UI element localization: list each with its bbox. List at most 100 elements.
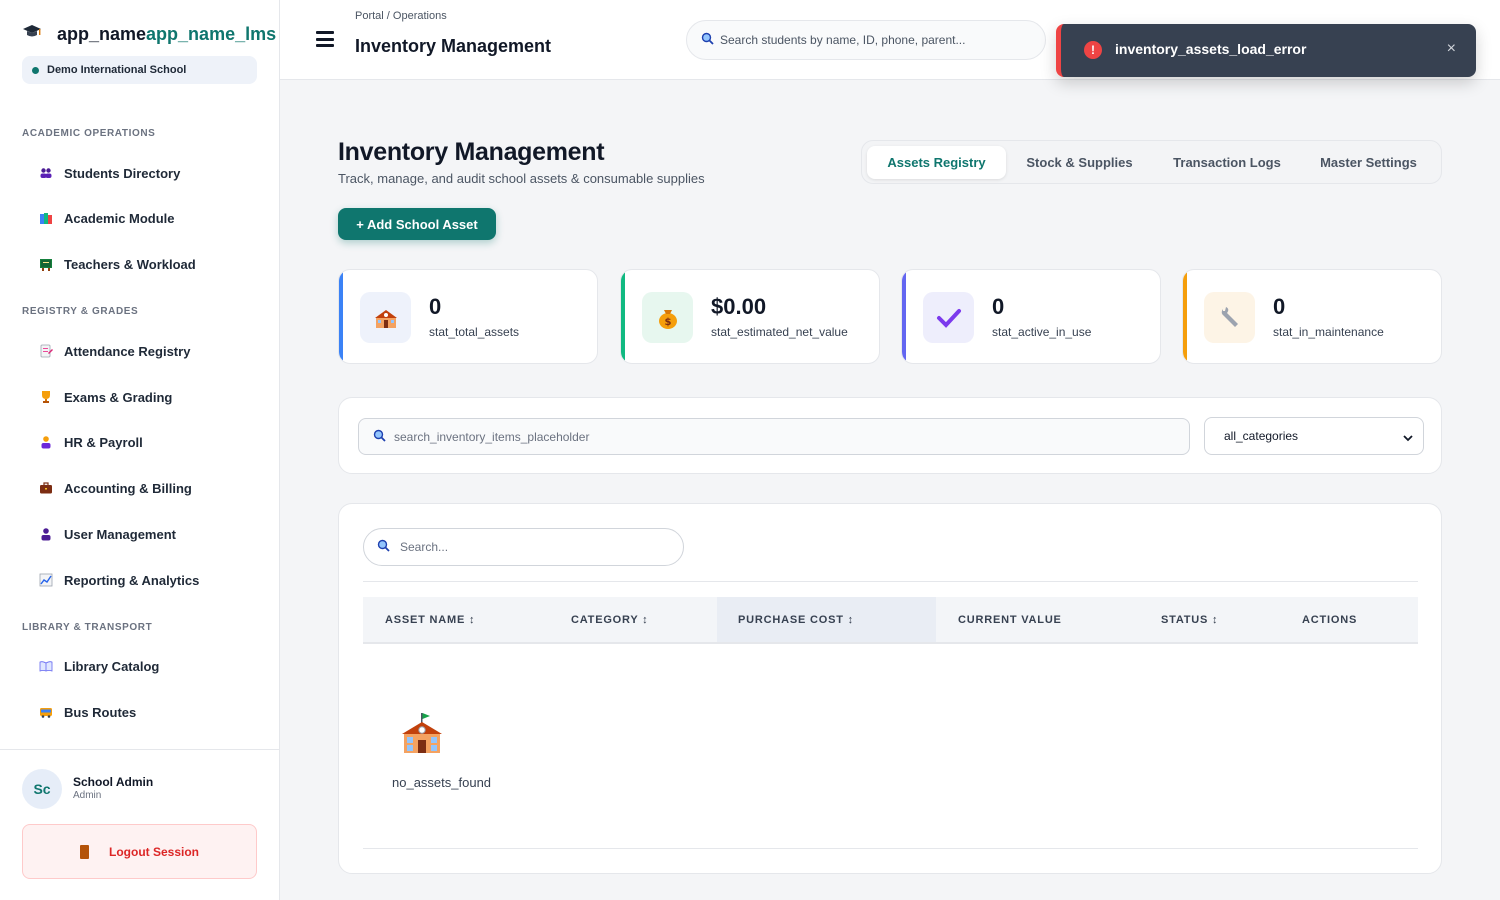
chart-icon <box>36 570 56 590</box>
chevron-down-icon <box>1403 431 1413 445</box>
user-icon <box>36 524 56 544</box>
close-icon[interactable]: × <box>1447 40 1456 58</box>
table-search-input[interactable]: Search... <box>363 528 684 566</box>
toast-message: inventory_assets_load_error <box>1115 41 1307 57</box>
col-asset-name[interactable]: ASSET NAME ↕ <box>385 597 475 642</box>
empty-state-text: no_assets_found <box>392 775 492 790</box>
students-icon <box>36 163 56 183</box>
stat-card-total-assets: 0 stat_total_assets <box>338 269 598 364</box>
wrench-icon <box>1204 292 1255 343</box>
tab-transaction-logs[interactable]: Transaction Logs <box>1157 146 1297 179</box>
col-purchase-cost[interactable]: PURCHASE COST ↕ <box>738 597 854 642</box>
filter-card: search_inventory_items_placeholder all_c… <box>338 397 1442 474</box>
graduation-cap-icon <box>22 24 44 45</box>
section-academic-operations: ACADEMIC OPERATIONS <box>22 128 156 139</box>
logout-label: Logout Session <box>109 844 199 859</box>
table-header: ASSET NAME ↕ CATEGORY ↕ PURCHASE COST ↕ … <box>363 597 1418 644</box>
tab-assets-registry[interactable]: Assets Registry <box>867 146 1006 179</box>
breadcrumb: Portal / Operations <box>355 10 447 22</box>
sidebar-item-label: Students Directory <box>64 165 181 181</box>
global-search-placeholder: Search students by name, ID, phone, pare… <box>720 33 966 47</box>
sidebar-item-label: Bus Routes <box>64 704 137 720</box>
error-icon: ! <box>1084 41 1102 59</box>
user-role: Admin <box>73 790 102 801</box>
avatar[interactable]: Sc <box>22 769 62 809</box>
app-name: app_name <box>57 23 147 44</box>
attendance-icon <box>36 341 56 361</box>
search-icon <box>377 539 390 555</box>
door-icon <box>80 844 89 859</box>
school-icon <box>399 711 445 757</box>
sidebar-item-label: Attendance Registry <box>64 343 191 359</box>
sidebar-item-label: Library Catalog <box>64 658 160 674</box>
school-icon <box>360 292 411 343</box>
col-status[interactable]: STATUS ↕ <box>1161 597 1218 642</box>
stat-value: 0 <box>429 294 442 319</box>
stat-card-net-value: $ $0.00 stat_estimated_net_value <box>620 269 880 364</box>
search-icon <box>701 32 714 48</box>
sidebar-item-students[interactable]: Students Directory <box>22 155 257 191</box>
tab-stock-supplies[interactable]: Stock & Supplies <box>1012 146 1147 179</box>
tab-bar: Assets Registry Stock & Supplies Transac… <box>861 140 1442 184</box>
sidebar-item-attendance[interactable]: Attendance Registry <box>22 333 257 369</box>
table-search-placeholder: Search... <box>400 540 449 554</box>
sidebar-item-bus-routes[interactable]: Bus Routes <box>22 694 257 730</box>
stat-label: stat_active_in_use <box>992 325 1092 339</box>
briefcase-icon <box>36 478 56 498</box>
sidebar-item-label: Exams & Grading <box>64 389 173 405</box>
stat-label: stat_estimated_net_value <box>711 325 848 339</box>
sidebar-item-exams[interactable]: Exams & Grading <box>22 379 257 415</box>
sidebar-item-label: Academic Module <box>64 210 175 226</box>
col-actions: ACTIONS <box>1302 613 1358 626</box>
books-icon <box>36 208 56 228</box>
col-current-value: CURRENT VALUE <box>958 613 1062 626</box>
assets-table-card: Search... ASSET NAME ↕ CATEGORY ↕ PURCHA… <box>338 503 1442 874</box>
divider <box>363 581 1418 582</box>
check-icon <box>923 292 974 343</box>
search-icon <box>373 429 386 445</box>
trophy-icon <box>36 387 56 407</box>
sidebar-item-reporting[interactable]: Reporting & Analytics <box>22 562 257 598</box>
stat-card-in-maintenance: 0 stat_in_maintenance <box>1182 269 1442 364</box>
category-selected: all_categories <box>1224 429 1299 443</box>
money-bag-icon: $ <box>642 292 693 343</box>
book-icon <box>36 656 56 676</box>
sidebar-item-user-management[interactable]: User Management <box>22 516 257 552</box>
page-subtitle: Track, manage, and audit school assets &… <box>338 171 705 186</box>
menu-icon[interactable] <box>316 31 334 47</box>
logout-button[interactable]: Logout Session <box>22 824 257 879</box>
sidebar-item-teachers[interactable]: Teachers & Workload <box>22 246 257 282</box>
sidebar: app_name app_name_lms Demo International … <box>0 0 280 900</box>
section-registry-grades: REGISTRY & GRADES <box>22 306 139 317</box>
sidebar-item-label: Teachers & Workload <box>64 256 196 272</box>
sidebar-item-label: HR & Payroll <box>64 434 143 450</box>
brand[interactable]: app_name app_name_lms <box>22 22 280 46</box>
sidebar-item-label: Accounting & Billing <box>64 480 192 496</box>
stat-card-active-in-use: 0 stat_active_in_use <box>901 269 1161 364</box>
app-name-lms: app_name_lms <box>146 23 277 44</box>
sidebar-footer: Sc School Admin Admin Logout Session <box>0 749 280 900</box>
sidebar-item-label: User Management <box>64 526 176 542</box>
sidebar-item-library[interactable]: Library Catalog <box>22 648 257 684</box>
category-select[interactable]: all_categories <box>1204 417 1424 455</box>
global-search-input[interactable]: Search students by name, ID, phone, pare… <box>686 20 1046 60</box>
sidebar-item-label: Reporting & Analytics <box>64 572 200 588</box>
teachers-icon <box>36 254 56 274</box>
header-title: Inventory Management <box>355 36 552 56</box>
inventory-search-input[interactable]: search_inventory_items_placeholder <box>358 418 1190 455</box>
add-school-asset-button[interactable]: + Add School Asset <box>338 208 496 240</box>
stat-value: $0.00 <box>711 294 767 319</box>
sidebar-item-hr-payroll[interactable]: HR & Payroll <box>22 424 257 460</box>
col-category[interactable]: CATEGORY ↕ <box>571 597 648 642</box>
sidebar-item-accounting[interactable]: Accounting & Billing <box>22 470 257 506</box>
section-library-transport: LIBRARY & TRANSPORT <box>22 622 153 633</box>
error-toast: ! inventory_assets_load_error × <box>1056 24 1476 77</box>
svg-text:$: $ <box>664 317 671 328</box>
school-name: Demo International School <box>47 64 187 76</box>
tab-master-settings[interactable]: Master Settings <box>1302 146 1435 179</box>
stat-value: 0 <box>992 294 1005 319</box>
user-name: School Admin <box>73 775 154 789</box>
stat-label: stat_in_maintenance <box>1273 325 1384 339</box>
sidebar-item-academic[interactable]: Academic Module <box>22 200 257 236</box>
school-badge[interactable]: Demo International School <box>22 56 257 84</box>
